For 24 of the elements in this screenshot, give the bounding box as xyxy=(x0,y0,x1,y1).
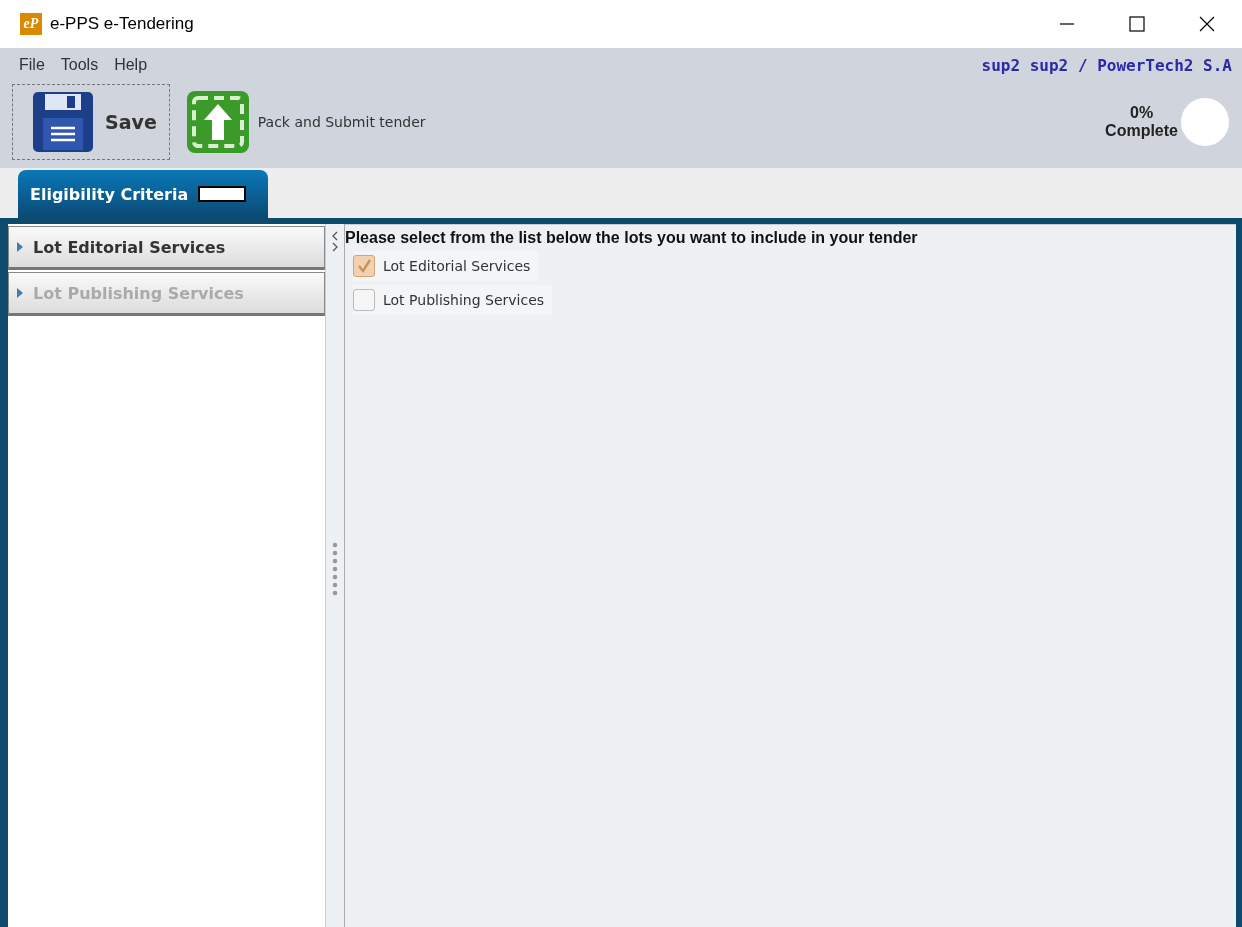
instruction-text: Please select from the list below the lots you want to include in your tender xyxy=(345,229,919,247)
progress-circle xyxy=(1180,97,1230,147)
app-logo: eP xyxy=(20,13,42,35)
triangle-right-icon xyxy=(17,242,23,252)
lot-checkbox[interactable]: Lot Publishing Services xyxy=(353,285,553,315)
lot-checkbox[interactable]: Lot Editorial Services xyxy=(353,251,539,281)
sidebar-item[interactable]: Lot Editorial Services xyxy=(8,226,325,270)
menu-item[interactable]: Help xyxy=(114,56,148,74)
window-title: e-PPS e-Tendering xyxy=(50,14,194,34)
splitter-grip-icon[interactable] xyxy=(332,542,338,596)
triangle-right-icon xyxy=(17,288,23,298)
save-button[interactable]: Save xyxy=(12,84,170,160)
blank-tag-icon xyxy=(198,186,247,202)
close-icon[interactable] xyxy=(1198,15,1216,33)
submit-tender-button[interactable]: Pack and Submit tender xyxy=(177,90,434,154)
menu-item[interactable]: Tools xyxy=(60,56,99,74)
progress-label: Complete xyxy=(1105,122,1178,140)
menu-item[interactable]: File xyxy=(19,56,45,74)
collapse-arrows-icon[interactable] xyxy=(331,230,339,252)
user-label: sup2 sup2 / PowerTech2 S.A xyxy=(981,55,1232,75)
tab[interactable]: Eligibility Criteria xyxy=(18,170,269,218)
progress-percent: 0% xyxy=(1130,104,1154,122)
maximize-icon[interactable] xyxy=(1128,15,1146,33)
checkmark-icon xyxy=(356,258,372,274)
